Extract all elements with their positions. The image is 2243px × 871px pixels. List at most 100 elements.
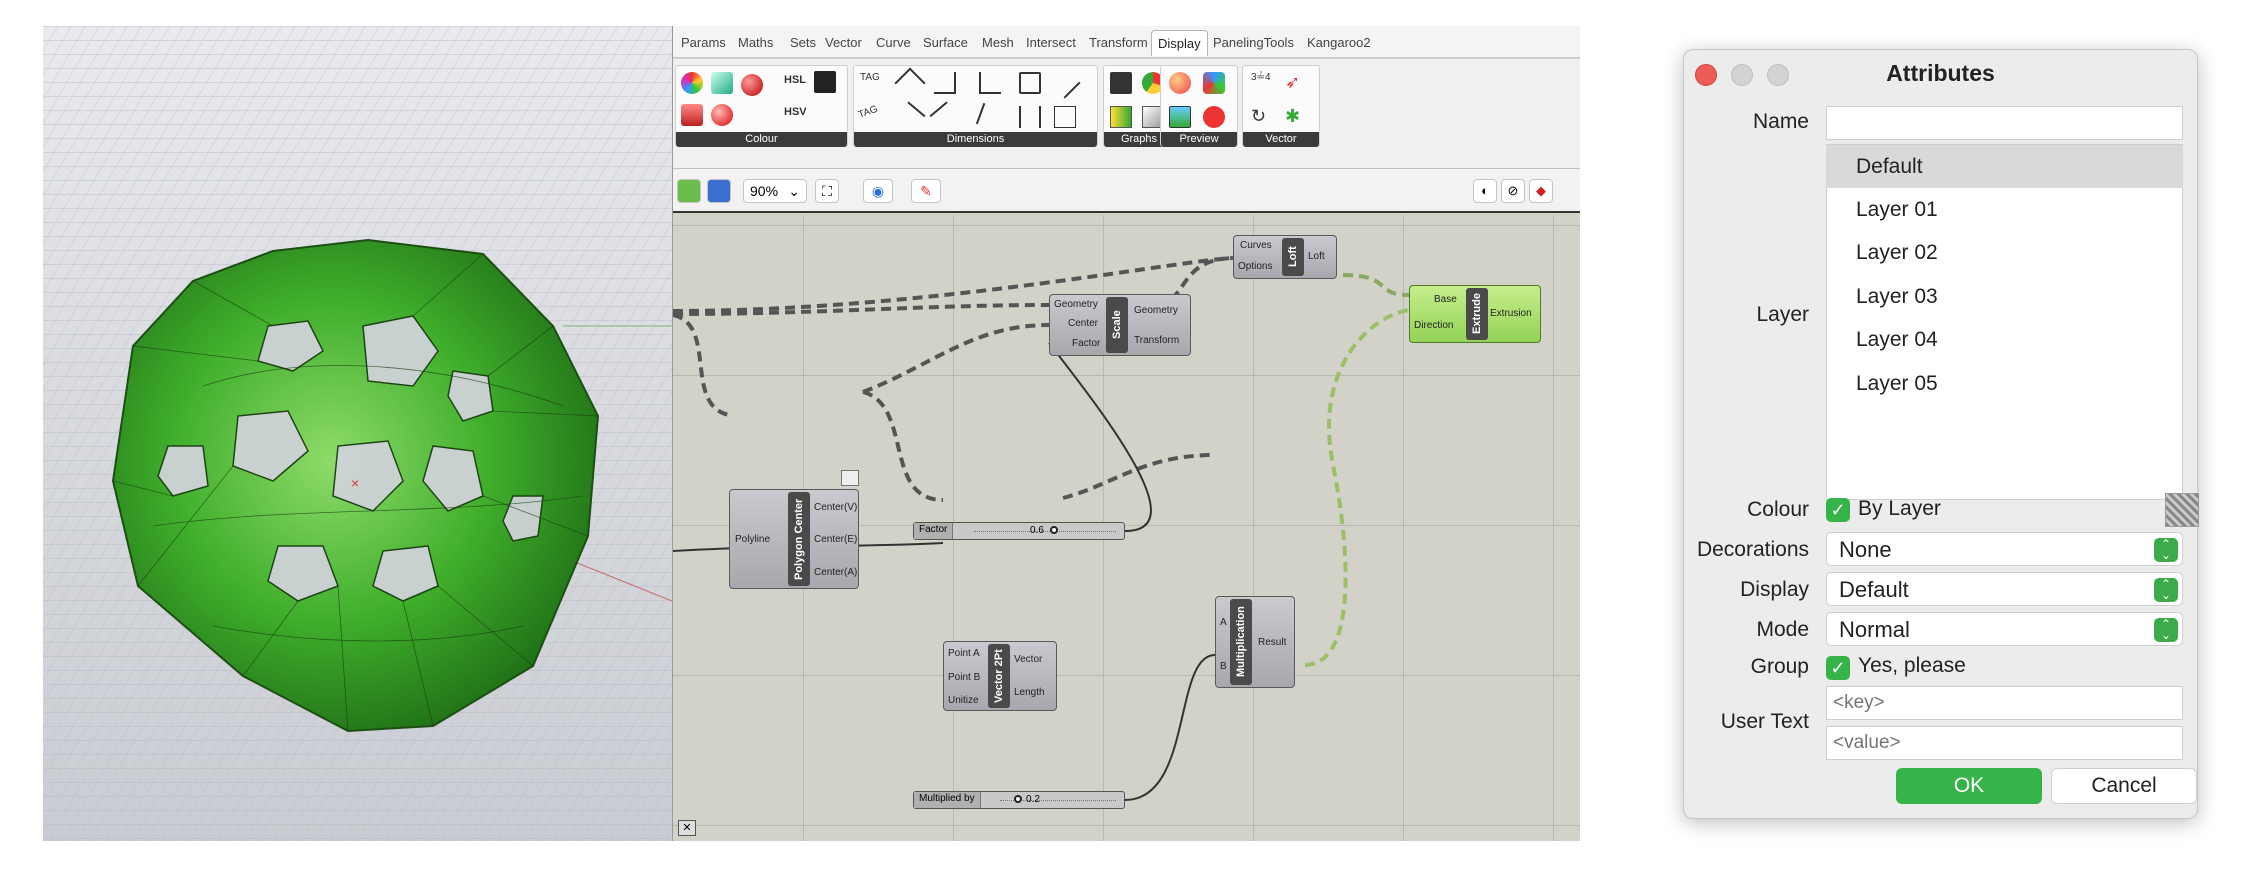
material-icon[interactable]: [681, 104, 703, 126]
component-vector-2pt[interactable]: Point A Point B Unitize Vector 2Pt Vecto…: [943, 641, 1057, 711]
decorations-select[interactable]: None ⌃ ⌄: [1826, 532, 2183, 566]
port-geometry-in[interactable]: Geometry: [1054, 299, 1098, 310]
port-factor[interactable]: Factor: [1072, 338, 1100, 349]
layer-item-03[interactable]: Layer 03: [1826, 275, 2183, 318]
port-extrusion[interactable]: Extrusion: [1490, 308, 1532, 319]
port-loft-out[interactable]: Loft: [1308, 251, 1325, 262]
tab-mesh[interactable]: Mesh: [982, 35, 1014, 50]
layer-item-default[interactable]: Default: [1826, 145, 2183, 188]
gradient-icon[interactable]: [814, 71, 836, 93]
layer-item-04[interactable]: Layer 04: [1826, 318, 2183, 361]
port-point-b[interactable]: Point B: [948, 672, 980, 683]
graph-mapper-icon[interactable]: [1110, 106, 1132, 128]
line-dim-2-icon[interactable]: [929, 101, 961, 133]
user-text-value-input[interactable]: [1826, 726, 2183, 760]
tab-panelingtools[interactable]: PanelingTools: [1213, 35, 1294, 50]
port-geometry-out[interactable]: Geometry: [1134, 305, 1178, 316]
no-preview-icon[interactable]: ⊘: [1501, 179, 1525, 203]
hsv-icon[interactable]: HSV: [784, 106, 807, 128]
component-loft[interactable]: Curves Options Loft Loft: [1233, 235, 1337, 279]
serial-dim-icon[interactable]: [1019, 106, 1041, 128]
mode-select[interactable]: Normal ⌃ ⌄: [1826, 612, 2183, 646]
component-scale[interactable]: Geometry Center Factor Scale Geometry Tr…: [1049, 294, 1191, 356]
open-file-icon[interactable]: [677, 179, 701, 203]
port-unitize[interactable]: Unitize: [948, 695, 979, 706]
colour-swatch-icon[interactable]: [711, 72, 733, 94]
tab-maths[interactable]: Maths: [738, 35, 773, 50]
slider-factor[interactable]: Factor 0.6: [913, 522, 1125, 540]
component-extrude[interactable]: Base Direction Extrude Extrusion: [1409, 285, 1541, 343]
port-vector[interactable]: Vector: [1014, 654, 1042, 665]
point-order-icon[interactable]: ↻: [1251, 106, 1273, 128]
dot-display-icon[interactable]: [1169, 106, 1191, 128]
port-center[interactable]: Center: [1068, 318, 1098, 329]
port-a[interactable]: A: [1220, 617, 1227, 628]
ok-button[interactable]: OK: [1896, 768, 2042, 804]
custom-preview-icon-2[interactable]: [1169, 72, 1191, 94]
colour-swatch[interactable]: [2165, 493, 2199, 527]
preview-eye-icon[interactable]: ◉: [863, 179, 893, 203]
vector-field-icon[interactable]: ✱: [1285, 106, 1307, 128]
port-curves[interactable]: Curves: [1240, 240, 1272, 251]
tab-sets[interactable]: Sets: [790, 35, 816, 50]
shaded-preview-icon[interactable]: ◆: [1529, 179, 1553, 203]
ordinate-dim-icon[interactable]: [934, 72, 956, 94]
layer-item-05[interactable]: Layer 05: [1826, 362, 2183, 405]
zoom-dropdown[interactable]: 90% ⌄: [743, 179, 807, 203]
layer-item-01[interactable]: Layer 01: [1826, 188, 2183, 231]
save-file-icon[interactable]: [707, 179, 731, 203]
group-checkbox[interactable]: ✓: [1826, 656, 1850, 680]
rhino-viewport[interactable]: ×: [43, 26, 672, 841]
tab-params[interactable]: Params: [681, 35, 726, 50]
symbol-display-icon[interactable]: [1203, 106, 1225, 128]
tab-transform[interactable]: Transform: [1089, 35, 1148, 50]
component-polygon-center[interactable]: Polyline Polygon Center Center(V) Center…: [729, 489, 859, 589]
hsl-icon[interactable]: HSL: [784, 74, 806, 96]
display-select[interactable]: Default ⌃ ⌄: [1826, 572, 2183, 606]
port-center-a[interactable]: Center(A): [814, 567, 857, 578]
cancel-button[interactable]: Cancel: [2051, 768, 2197, 804]
tag-icon[interactable]: TAG: [860, 72, 882, 94]
vector-display-icon[interactable]: ➶: [1285, 72, 1307, 94]
custom-preview-icon[interactable]: [741, 74, 763, 96]
close-icon[interactable]: ✕: [678, 820, 696, 836]
sketch-pen-icon[interactable]: ✎: [911, 179, 941, 203]
tab-intersect[interactable]: Intersect: [1026, 35, 1076, 50]
port-options[interactable]: Options: [1238, 261, 1272, 272]
port-b[interactable]: B: [1220, 661, 1227, 672]
tab-surface[interactable]: Surface: [923, 35, 968, 50]
gh-canvas[interactable]: Polyline Polygon Center Center(V) Center…: [673, 215, 1580, 841]
bar-graph-icon[interactable]: [1110, 72, 1132, 94]
line-dim-icon[interactable]: [894, 101, 926, 133]
cloud-display-icon[interactable]: [1203, 72, 1225, 94]
slider-handle[interactable]: [1014, 795, 1022, 803]
port-result[interactable]: Result: [1258, 637, 1286, 648]
zoom-extents-icon[interactable]: ⛶: [815, 179, 839, 203]
port-length[interactable]: Length: [1014, 687, 1045, 698]
preview-mode-icon[interactable]: ◐: [1473, 179, 1497, 203]
shader-icon[interactable]: [711, 104, 733, 126]
port-center-e[interactable]: Center(E): [814, 534, 857, 545]
port-polyline[interactable]: Polyline: [735, 534, 770, 545]
angle-dim-icon[interactable]: [894, 67, 926, 99]
port-direction[interactable]: Direction: [1414, 320, 1453, 331]
port-center-v[interactable]: Center(V): [814, 502, 857, 513]
name-field[interactable]: [1826, 106, 2183, 140]
slider-handle[interactable]: [1050, 526, 1058, 534]
user-text-key-input[interactable]: [1826, 686, 2183, 720]
tab-curve[interactable]: Curve: [876, 35, 911, 50]
linear-dim-icon[interactable]: [1019, 72, 1041, 94]
tab-display[interactable]: Display: [1151, 30, 1208, 56]
radial-dim-icon[interactable]: [1049, 67, 1081, 99]
tab-vector[interactable]: Vector: [825, 35, 862, 50]
text-tag-icon[interactable]: TAG: [857, 103, 885, 131]
colour-checkbox[interactable]: ✓: [1826, 498, 1850, 522]
point-list-icon[interactable]: 3≟4: [1251, 72, 1273, 94]
port-transform[interactable]: Transform: [1134, 335, 1179, 346]
toggle-box-icon[interactable]: [841, 470, 859, 486]
angular-dim-icon[interactable]: [975, 102, 1005, 132]
port-base[interactable]: Base: [1434, 294, 1457, 305]
component-multiplication[interactable]: A B Multiplication Result: [1215, 596, 1295, 688]
colour-wheel-icon[interactable]: [681, 72, 703, 94]
layer-item-02[interactable]: Layer 02: [1826, 231, 2183, 274]
